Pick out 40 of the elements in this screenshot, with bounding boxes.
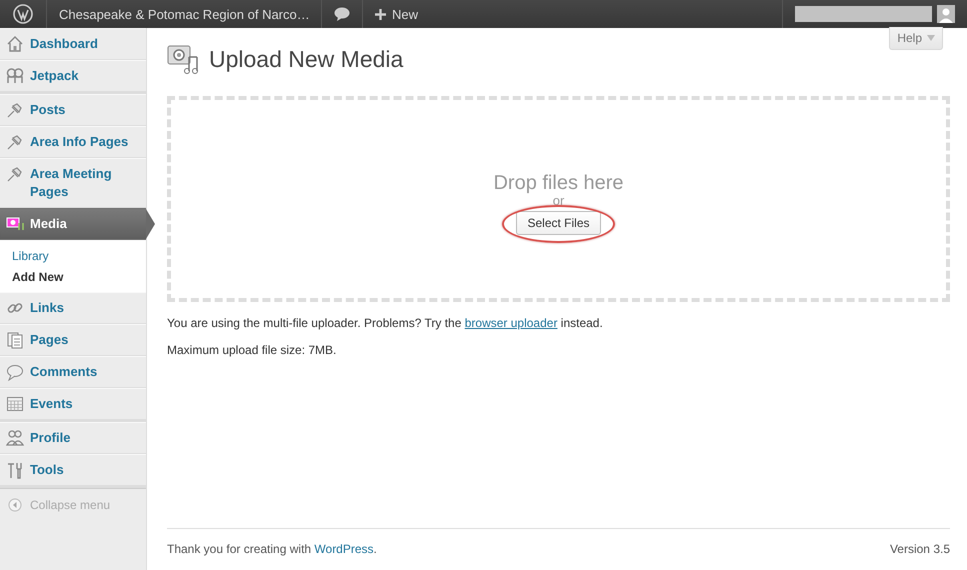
pin-icon	[6, 101, 24, 119]
sidebar-item[interactable]: Pages	[0, 324, 146, 356]
camera-icon	[6, 215, 24, 233]
speech-bubble-icon	[6, 363, 24, 381]
sidebar-item[interactable]: Area Info Pages	[0, 126, 146, 158]
sidebar-item[interactable]: Events	[0, 388, 146, 420]
sidebar-item[interactable]: Links	[0, 292, 146, 324]
page-title: Upload New Media	[209, 46, 404, 72]
pin-icon	[6, 165, 24, 183]
sidebar-item[interactable]: Comments	[0, 356, 146, 388]
note-text: Maximum upload file size: 7MB.	[167, 343, 338, 357]
sidebar-item[interactable]: Profile	[0, 422, 146, 454]
pages-icon	[6, 331, 24, 349]
wordpress-link[interactable]: WordPress	[314, 542, 374, 556]
calendar-icon	[6, 395, 24, 413]
plus-icon	[375, 8, 386, 20]
site-title-link[interactable]: Chesapeake & Potomac Region of Narco…	[47, 0, 322, 28]
sidebar-item[interactable]: Posts	[0, 94, 146, 126]
caret-icon	[927, 35, 935, 41]
browser-uploader-link[interactable]: browser uploader	[464, 316, 558, 330]
footer-text: Thank you for creating with WordPress.	[167, 542, 377, 556]
or-label: or	[552, 194, 564, 206]
house-icon	[6, 35, 24, 53]
figures-icon	[6, 67, 24, 85]
submenu-item[interactable]: Add New	[0, 267, 146, 288]
media-icon	[167, 43, 199, 75]
drop-zone[interactable]: Drop files here or Select Files	[167, 96, 950, 302]
tools-icon	[6, 461, 24, 479]
pin-icon	[6, 133, 24, 151]
drop-heading: Drop files here	[493, 172, 624, 194]
version-label: Version 3.5	[890, 542, 950, 556]
people-icon	[6, 429, 24, 447]
new-menu[interactable]: New	[363, 0, 430, 28]
submenu-item[interactable]: Library	[0, 246, 146, 267]
note-text: You are using the multi-file uploader. Problems? Try the browser uploader instead.	[167, 316, 604, 330]
sidebar-item[interactable]: Tools	[0, 454, 146, 486]
select-files-button[interactable]: Select Files	[516, 210, 601, 234]
help-button[interactable]: Help	[889, 27, 943, 50]
sidebar-item[interactable]: Jetpack	[0, 60, 146, 92]
sidebar-item[interactable]: Dashboard	[0, 28, 146, 60]
